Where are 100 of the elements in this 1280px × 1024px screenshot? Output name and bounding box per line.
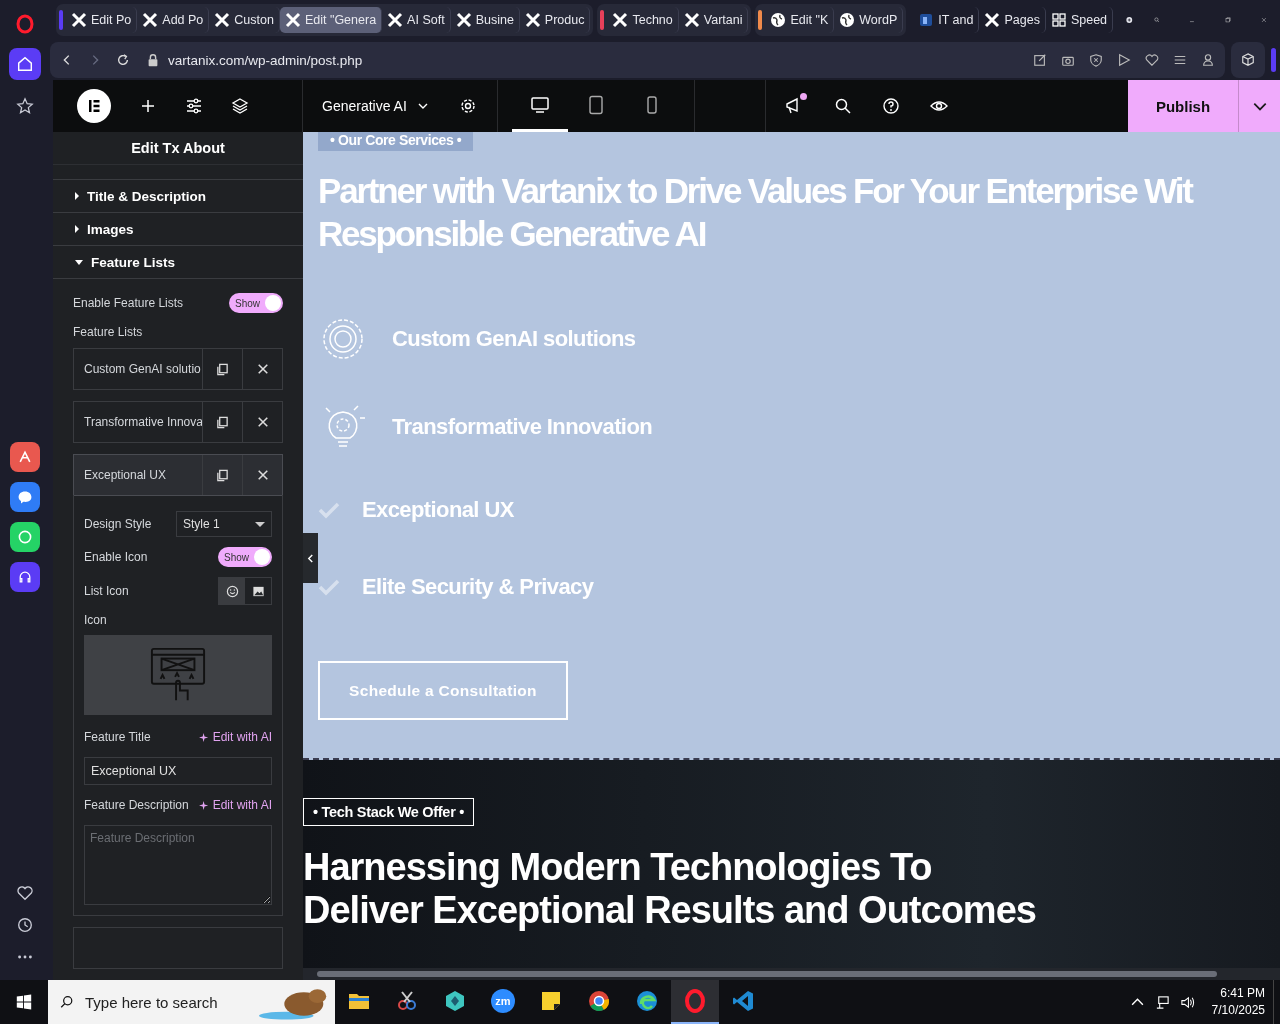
feature-title: Elite Security & Privacy bbox=[362, 573, 594, 600]
settings-icon[interactable] bbox=[1173, 53, 1187, 67]
page-selector[interactable]: Generative AI bbox=[322, 98, 429, 114]
section-tag: • Tech Stack We Offer • bbox=[303, 798, 474, 826]
close-icon[interactable] bbox=[256, 363, 269, 375]
browser-logo-icon[interactable] bbox=[15, 14, 35, 34]
shield-icon[interactable] bbox=[1089, 53, 1103, 67]
edit-with-ai-link[interactable]: Edit with AI bbox=[198, 798, 272, 812]
edit-with-ai-link[interactable]: Edit with AI bbox=[198, 730, 272, 744]
x-logo-icon[interactable] bbox=[524, 12, 541, 28]
browser-tab[interactable]: IT and bbox=[913, 7, 980, 33]
sparkle-icon[interactable] bbox=[198, 799, 210, 811]
start-icon[interactable] bbox=[15, 993, 33, 1011]
speaker-icon[interactable] bbox=[1179, 994, 1195, 1010]
address-bar[interactable]: vartanix.com/wp-admin/post.php bbox=[50, 42, 1225, 78]
browser-tab[interactable]: Techno bbox=[607, 7, 679, 33]
browser-tab[interactable]: Pages bbox=[979, 7, 1046, 33]
icon-option-button[interactable] bbox=[219, 578, 245, 604]
close-icon[interactable] bbox=[256, 469, 269, 481]
copy-icon[interactable] bbox=[216, 415, 229, 429]
sparkle-icon[interactable] bbox=[198, 731, 210, 743]
home-button[interactable] bbox=[9, 48, 41, 80]
browser-tab[interactable]: Edit "Genera bbox=[279, 7, 383, 33]
search-icon[interactable] bbox=[60, 994, 73, 1010]
x-logo-icon[interactable] bbox=[387, 12, 404, 28]
feature-description-input[interactable]: Feature Description bbox=[84, 825, 272, 905]
repeater-item[interactable]: Exceptional UX bbox=[73, 454, 283, 496]
toggle-switch[interactable]: Show bbox=[229, 293, 283, 313]
opera-app-icon[interactable] bbox=[671, 980, 719, 1024]
globe-icon[interactable] bbox=[770, 12, 787, 28]
browser-tab[interactable]: Edit Po bbox=[66, 7, 138, 33]
cube-icon[interactable] bbox=[1241, 53, 1255, 67]
globe-icon[interactable] bbox=[839, 12, 856, 28]
send-icon[interactable] bbox=[1117, 53, 1131, 67]
clock[interactable]: 6:41 PM 7/10/2025 bbox=[1199, 985, 1273, 1019]
profile-icon[interactable] bbox=[1201, 53, 1215, 67]
image-icon[interactable] bbox=[251, 584, 265, 598]
browser-tab[interactable]: Edit "K bbox=[765, 7, 835, 33]
copy-icon[interactable] bbox=[216, 362, 229, 376]
reload-icon[interactable] bbox=[116, 53, 130, 67]
feature-title-input[interactable]: Exceptional UX bbox=[84, 757, 272, 785]
x-logo-icon[interactable] bbox=[984, 12, 1001, 28]
home-icon[interactable] bbox=[16, 55, 34, 73]
feature-title: Custom GenAI solutions bbox=[392, 326, 636, 352]
toggle-switch[interactable]: Show bbox=[218, 547, 272, 567]
desktop-icon[interactable] bbox=[529, 94, 550, 115]
chat-bubble-icon[interactable] bbox=[17, 489, 33, 505]
tab-group-marker[interactable] bbox=[59, 10, 63, 30]
chevron-left-icon[interactable] bbox=[307, 553, 314, 563]
browser-tab[interactable]: Add Po bbox=[137, 7, 210, 33]
tab-group-marker[interactable] bbox=[600, 10, 605, 30]
x-logo-icon[interactable] bbox=[214, 12, 231, 28]
smiley-icon[interactable] bbox=[225, 584, 239, 598]
layers-icon[interactable] bbox=[231, 97, 249, 115]
browser-tab[interactable]: AI Soft bbox=[382, 7, 451, 33]
repeater-item[interactable]: Custom GenAI solutio bbox=[73, 348, 283, 390]
headset-icon[interactable] bbox=[17, 569, 33, 585]
headset-app-icon[interactable] bbox=[10, 562, 40, 592]
heart-icon[interactable] bbox=[16, 884, 34, 902]
add-icon[interactable] bbox=[139, 97, 157, 115]
search-input[interactable]: Type here to search bbox=[83, 992, 247, 1012]
heart-icon[interactable] bbox=[1145, 53, 1159, 67]
extensions-button[interactable] bbox=[1231, 42, 1265, 78]
check-icon bbox=[318, 577, 340, 596]
x-logo-icon[interactable] bbox=[142, 12, 159, 28]
tab-group-marker[interactable] bbox=[758, 10, 763, 30]
settings-icon[interactable] bbox=[458, 97, 477, 115]
x-logo-icon[interactable] bbox=[455, 12, 472, 28]
browser-tab[interactable]: Vartani bbox=[678, 7, 749, 33]
star-icon[interactable] bbox=[16, 97, 34, 115]
panel-title: Edit Tx About bbox=[131, 139, 225, 156]
network-icon[interactable] bbox=[1154, 994, 1170, 1010]
edit-icon[interactable] bbox=[1033, 53, 1047, 67]
a-app-icon[interactable] bbox=[10, 442, 40, 472]
help-icon[interactable] bbox=[881, 97, 900, 115]
chat-app-icon[interactable] bbox=[10, 482, 40, 512]
x-logo-icon[interactable] bbox=[683, 12, 700, 28]
sliders-icon[interactable] bbox=[185, 97, 203, 115]
browser-tab[interactable]: Produc bbox=[519, 7, 591, 33]
x-logo-icon[interactable] bbox=[284, 12, 301, 28]
search-bar[interactable]: Type here to search bbox=[48, 980, 335, 1024]
browser-tab[interactable]: Busine bbox=[450, 7, 520, 33]
phone-app-icon[interactable] bbox=[10, 522, 40, 552]
section-tag: • Our Core Services • bbox=[318, 132, 474, 151]
letter-a-icon[interactable] bbox=[17, 449, 33, 465]
x-logo-icon[interactable] bbox=[71, 12, 87, 28]
grid-icon[interactable] bbox=[1050, 12, 1067, 28]
publish-button[interactable]: Publish bbox=[1128, 80, 1238, 132]
close-icon[interactable] bbox=[256, 416, 269, 428]
history-icon[interactable] bbox=[16, 916, 34, 934]
logo-button[interactable] bbox=[77, 89, 111, 123]
x-logo-icon[interactable] bbox=[612, 12, 629, 28]
document-icon[interactable] bbox=[918, 12, 935, 28]
horizontal-scrollbar[interactable] bbox=[303, 968, 1280, 980]
browser-tab[interactable]: Speed bbox=[1045, 7, 1114, 33]
copy-icon[interactable] bbox=[216, 468, 229, 482]
design-style-select[interactable]: Style 1 bbox=[176, 511, 272, 537]
browser-tab[interactable]: WordP bbox=[834, 7, 904, 33]
browser-tab[interactable]: Custon bbox=[209, 7, 280, 33]
search-icon[interactable] bbox=[833, 97, 852, 115]
